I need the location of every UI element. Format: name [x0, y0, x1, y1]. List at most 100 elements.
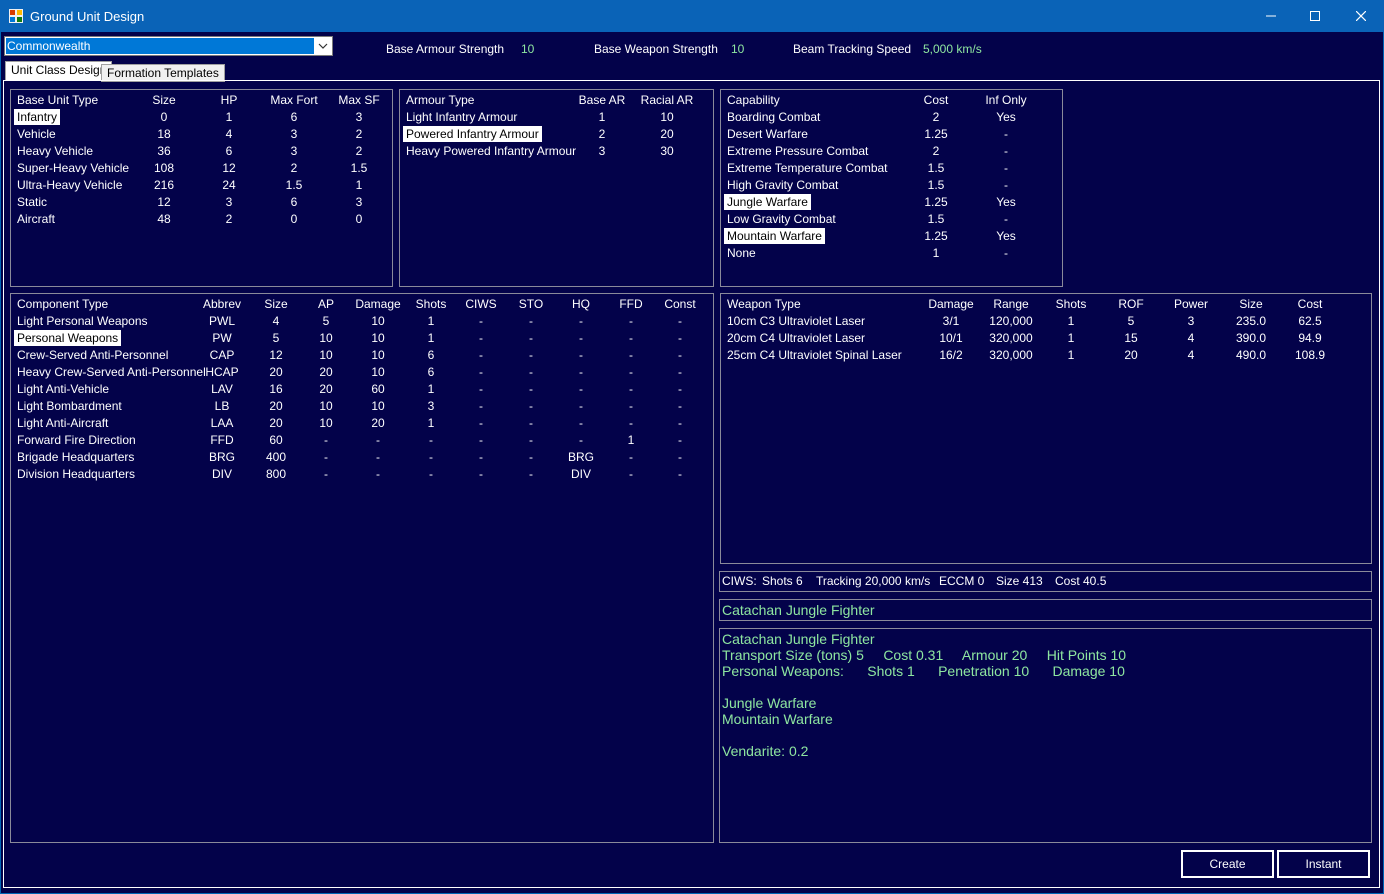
component-cell: - [529, 365, 533, 379]
base-unit-cell: 1.5 [350, 161, 368, 175]
component-column-header: CIWS [465, 297, 497, 311]
capability-cell: 1.25 [924, 229, 948, 243]
unit-name-value: Catachan Jungle Fighter [722, 602, 875, 618]
component-cell: - [579, 433, 583, 447]
component-row[interactable]: Light Anti-Aircraft LAA 20 10 20 1 - - - - - [11, 415, 715, 432]
capability-row[interactable]: Extreme Temperature Combat 1.5 - [721, 160, 1064, 177]
armour-row[interactable]: Light Infantry Armour 1 10 [400, 109, 715, 126]
weapon-column-header: Weapon Type [727, 297, 801, 311]
component-cell: BRG [567, 450, 594, 464]
component-row[interactable]: Division Headquarters DIV 800 - - - - - DIV - - [11, 466, 715, 483]
component-row[interactable]: Crew-Served Anti-Personnel CAP 12 10 10 6 - - - -… [11, 347, 715, 364]
capability-cell: Desert Warfare [727, 127, 808, 141]
capability-row[interactable]: Low Gravity Combat 1.5 - [721, 211, 1064, 228]
capability-cell: Yes [996, 110, 1016, 124]
component-row[interactable]: Light Bombardment LB 20 10 10 3 - - - - - [11, 398, 715, 415]
race-select[interactable]: Commonwealth [4, 36, 333, 56]
base-unit-row[interactable]: Static 12 3 6 3 [11, 194, 394, 211]
base-unit-cell: 6 [290, 195, 298, 209]
base-unit-cell: 0 [160, 110, 168, 124]
base-unit-row[interactable]: Ultra-Heavy Vehicle 216 24 1.5 1 [11, 177, 394, 194]
base-unit-row[interactable]: Heavy Vehicle 36 6 3 2 [11, 143, 394, 160]
armour-row[interactable]: Heavy Powered Infantry Armour 3 30 [400, 143, 715, 160]
capability-row[interactable]: Extreme Pressure Combat 2 - [721, 143, 1064, 160]
capability-row[interactable]: None 1 - [721, 245, 1064, 262]
component-column-header: Damage [355, 297, 401, 311]
component-cell: DIV [570, 467, 591, 481]
close-button[interactable] [1338, 0, 1384, 32]
component-cell: - [376, 467, 380, 481]
base-unit-cell: 24 [222, 178, 236, 192]
weapon-cell: 62.5 [1298, 314, 1322, 328]
component-row[interactable]: Brigade Headquarters BRG 400 - - - - - BRG - - [11, 449, 715, 466]
component-row[interactable]: Light Personal Weapons PWL 4 5 10 1 - - - - - [11, 313, 715, 330]
component-cell: 1 [427, 314, 435, 328]
component-row[interactable]: Heavy Crew-Served Anti-Personnel HCAP 20 20… [11, 364, 715, 381]
component-cell: - [529, 416, 533, 430]
weapon-cell: 235.0 [1235, 314, 1267, 328]
weapon-cell: 320,000 [989, 348, 1033, 362]
weapon-cell: 25cm C4 Ultraviolet Spinal Laser [727, 348, 902, 362]
component-cell: DIV [211, 467, 232, 481]
weapon-column-header: Shots [1055, 297, 1087, 311]
base-unit-row[interactable]: Aircraft 48 2 0 0 [11, 211, 394, 228]
base-unit-cell: Infantry [14, 109, 61, 126]
base-unit-list: Base Unit Type Size HP Max Fort Max SF Infant… [11, 90, 394, 286]
base-unit-column-header: HP [220, 93, 238, 107]
component-cell: - [429, 450, 433, 464]
base-unit-row[interactable]: Vehicle 18 4 3 2 [11, 126, 394, 143]
create-button[interactable]: Create [1181, 850, 1274, 878]
base-unit-row[interactable]: Super-Heavy Vehicle 108 12 2 1.5 [11, 160, 394, 177]
component-cell: - [479, 331, 483, 345]
capability-row[interactable]: Mountain Warfare 1.25 Yes [721, 228, 1064, 245]
capability-cell: 2 [932, 110, 940, 124]
capability-row[interactable]: Jungle Warfare 1.25 Yes [721, 194, 1064, 211]
component-cell: - [529, 467, 533, 481]
ciws-size: Size 413 [996, 574, 1043, 588]
base-unit-column-header: Size [152, 93, 176, 107]
weapon-row[interactable]: 10cm C3 Ultraviolet Laser 3/1 120,000 1 5 3 23… [721, 313, 1373, 330]
base-unit-cell: Super-Heavy Vehicle [17, 161, 130, 175]
instant-button[interactable]: Instant [1277, 850, 1370, 878]
weapon-cell: 20 [1124, 348, 1138, 362]
base-unit-cell: 3 [290, 127, 298, 141]
component-cell: - [529, 382, 533, 396]
weapon-row[interactable]: 20cm C4 Ultraviolet Laser 10/1 320,000 1 15 4… [721, 330, 1373, 347]
armour-cell: Light Infantry Armour [406, 110, 518, 124]
component-cell: 20 [371, 416, 385, 430]
armour-row[interactable]: Powered Infantry Armour 2 20 [400, 126, 715, 143]
armour-cell: 20 [660, 127, 674, 141]
weapon-cell: 108.9 [1294, 348, 1326, 362]
component-cell: - [324, 450, 328, 464]
base-unit-cell: 2 [355, 144, 363, 158]
ciws-info-bar: CIWS: Shots 6 Tracking 20,000 km/s ECCM … [719, 571, 1372, 592]
unit-name-field[interactable]: Catachan Jungle Fighter [719, 599, 1372, 621]
component-row[interactable]: Personal Weapons PW 5 10 10 1 - - - - - [11, 330, 715, 347]
weapon-panel: Weapon Type Damage Range Shots ROF Power Size C… [720, 293, 1372, 564]
component-column-header: Component Type [17, 297, 109, 311]
tab-unit-class-design[interactable]: Unit Class Design [5, 61, 113, 81]
component-cell: - [629, 331, 633, 345]
capability-cell: 1.5 [927, 212, 945, 226]
component-cell: - [376, 433, 380, 447]
maximize-button[interactable] [1292, 0, 1338, 32]
component-cell: 10 [319, 399, 333, 413]
component-cell: Light Anti-Vehicle [17, 382, 110, 396]
component-cell: LB [214, 399, 230, 413]
component-cell: LAA [210, 416, 234, 430]
weapon-row[interactable]: 25cm C4 Ultraviolet Spinal Laser 16/2 320,… [721, 347, 1373, 364]
component-cell: - [629, 365, 633, 379]
component-cell: Forward Fire Direction [17, 433, 136, 447]
component-column-header: FFD [619, 297, 643, 311]
chevron-down-icon[interactable] [314, 37, 332, 55]
armour-list: Armour Type Base AR Racial AR Light Infantr… [400, 90, 715, 286]
component-row[interactable]: Forward Fire Direction FFD 60 - - - - - - 1 - [11, 432, 715, 449]
capability-row[interactable]: Boarding Combat 2 Yes [721, 109, 1064, 126]
capability-row[interactable]: High Gravity Combat 1.5 - [721, 177, 1064, 194]
base-unit-row[interactable]: Infantry 0 1 6 3 [11, 109, 394, 126]
component-row[interactable]: Light Anti-Vehicle LAV 16 20 60 1 - - - - - [11, 381, 715, 398]
component-cell: 10 [319, 416, 333, 430]
minimize-button[interactable] [1248, 0, 1294, 32]
capability-row[interactable]: Desert Warfare 1.25 - [721, 126, 1064, 143]
component-cell: - [579, 365, 583, 379]
